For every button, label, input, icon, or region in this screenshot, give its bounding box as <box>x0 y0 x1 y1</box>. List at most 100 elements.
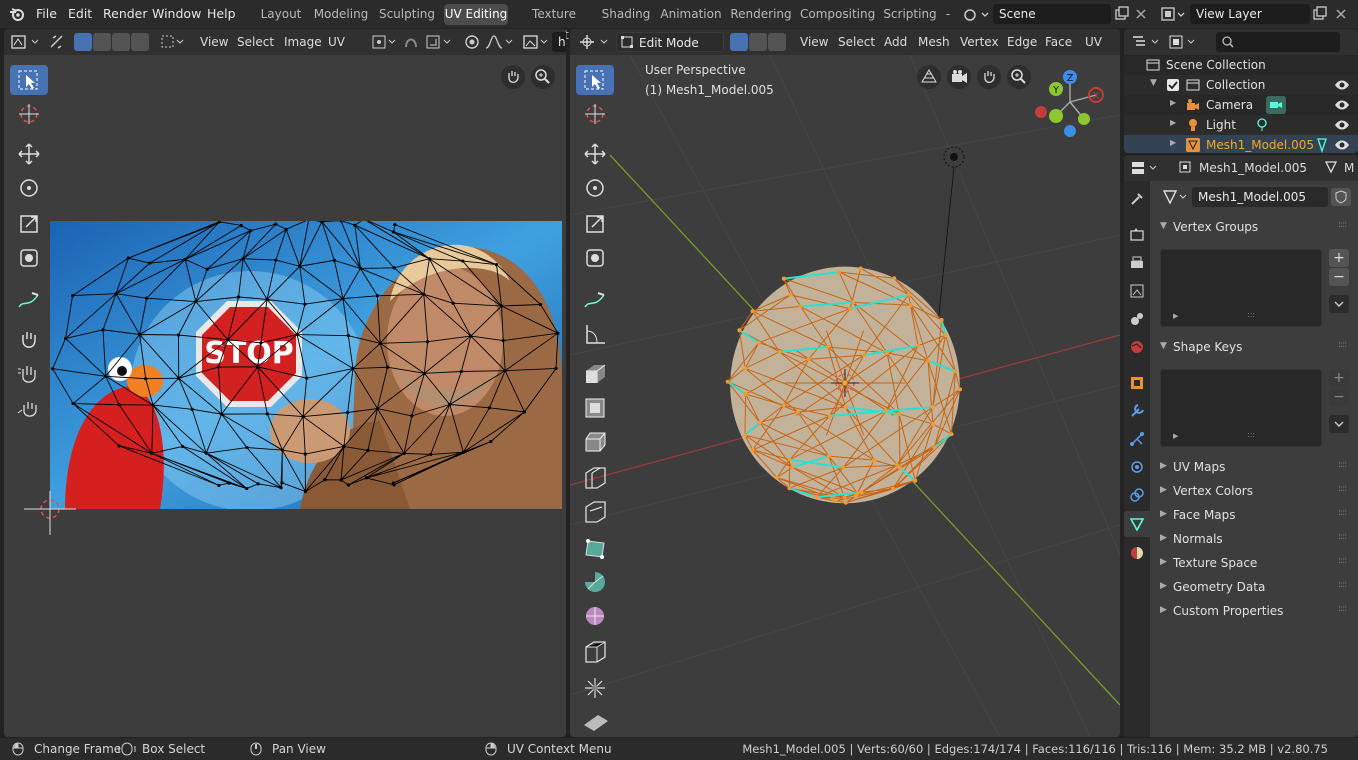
mesh-vertex[interactable] <box>790 465 795 470</box>
mesh-vertex[interactable] <box>884 408 889 413</box>
list-resize-handle-icon[interactable]: ::: <box>1247 430 1255 439</box>
mesh-vertex[interactable] <box>939 317 944 322</box>
uv-vertex[interactable] <box>303 302 307 306</box>
data-tab-active[interactable] <box>1124 511 1150 537</box>
tool-move[interactable] <box>576 139 614 169</box>
uv-vertex[interactable] <box>346 334 350 338</box>
tab-texture-paint[interactable]: Texture Paint <box>516 4 592 42</box>
sticky-select-icon[interactable] <box>160 33 186 51</box>
view-layer-tab-icon[interactable] <box>1129 283 1145 299</box>
uv-vertex[interactable] <box>422 371 427 375</box>
collection-checkbox-icon[interactable] <box>1166 78 1180 92</box>
vertex-select-button[interactable] <box>74 33 92 51</box>
uv-vertex[interactable] <box>351 366 355 371</box>
uv-vertex[interactable] <box>305 376 309 380</box>
uv-vertex[interactable] <box>274 222 278 226</box>
uv-vertex[interactable] <box>144 377 148 381</box>
uv-vertex[interactable] <box>385 365 390 369</box>
expand-arrow-icon[interactable]: ▶ <box>1170 138 1176 147</box>
uv-vertex[interactable] <box>148 261 152 265</box>
uv-vertex[interactable] <box>298 264 302 268</box>
tab-compositing[interactable]: Compositing <box>800 4 875 25</box>
panel-drag-handle-icon[interactable]: :::: <box>1338 508 1347 518</box>
uv-vertex[interactable] <box>70 293 75 298</box>
mesh-vertex[interactable] <box>827 414 832 419</box>
mesh-vertex[interactable] <box>848 306 853 311</box>
uv-vertex[interactable] <box>469 334 473 338</box>
mesh-vertex[interactable] <box>932 445 937 450</box>
uv-menu-image[interactable]: Image <box>284 35 322 49</box>
mesh-vertex[interactable] <box>897 465 902 470</box>
menu-edit[interactable]: Edit <box>68 6 92 21</box>
uv-vertex[interactable] <box>226 338 230 342</box>
uv-vertex[interactable] <box>241 257 245 261</box>
uv-vertex[interactable] <box>205 267 209 271</box>
proportional-edit-icon[interactable] <box>462 33 482 51</box>
uv-tool-scale[interactable] <box>10 209 48 239</box>
tool-cursor[interactable] <box>576 99 614 129</box>
expand-arrow-icon[interactable]: ▶ <box>1170 118 1176 127</box>
uv-vertex[interactable] <box>219 412 224 416</box>
viewport-editor-type-icon[interactable] <box>578 33 612 51</box>
uv-vertex[interactable] <box>522 410 526 414</box>
tab-sculpting[interactable]: Sculpting <box>378 4 436 25</box>
mesh-vertex[interactable] <box>795 410 800 415</box>
panel-drag-handle-icon[interactable]: :::: <box>1338 340 1347 350</box>
falloff-icon[interactable] <box>484 33 516 51</box>
mesh-vertex[interactable] <box>843 405 848 410</box>
panel-drag-handle-icon[interactable]: :::: <box>1338 604 1347 614</box>
tab-rendering[interactable]: Rendering <box>730 4 792 25</box>
light-data-icon[interactable] <box>1254 117 1270 133</box>
modifier-tab-icon[interactable] <box>1129 403 1145 419</box>
tool-tab-icon[interactable] <box>1129 191 1145 207</box>
uv-vertex[interactable] <box>375 406 380 411</box>
viewport-pan-icon[interactable] <box>976 64 1002 90</box>
uv-vertex[interactable] <box>303 489 308 494</box>
uv-vertex[interactable] <box>342 444 346 448</box>
uv-vertex[interactable] <box>256 482 260 486</box>
uv-vertex[interactable] <box>117 444 121 448</box>
mesh-data-browse-icon[interactable] <box>1162 188 1192 206</box>
panel-drag-handle-icon[interactable]: :::: <box>1338 532 1347 542</box>
outliner-editor-type-icon[interactable] <box>1130 33 1162 51</box>
uv-vertex[interactable] <box>183 257 187 261</box>
mesh-vertex[interactable] <box>906 292 911 297</box>
outliner-row-camera[interactable]: ▶ Camera <box>1124 95 1358 115</box>
tool-knife[interactable] <box>576 497 614 527</box>
panel-drag-handle-icon[interactable]: :::: <box>1338 580 1347 590</box>
uv-vertex[interactable] <box>138 332 142 337</box>
mesh-vertex[interactable] <box>798 304 803 309</box>
add-shape-key-button[interactable]: + <box>1329 369 1349 387</box>
panel-vertex-colors[interactable]: ▶ Vertex Colors:::: <box>1152 481 1352 503</box>
vertex-group-specials-button[interactable] <box>1329 295 1349 313</box>
uv-vertex[interactable] <box>280 481 284 485</box>
menu-file[interactable]: File <box>36 6 57 21</box>
mesh-vertex[interactable] <box>859 490 864 495</box>
mesh-vertex[interactable] <box>806 357 811 362</box>
panel-custom-properties[interactable]: ▶ Custom Properties:::: <box>1152 601 1352 623</box>
mesh-vertex[interactable] <box>858 266 863 271</box>
face-select-button[interactable] <box>112 33 130 51</box>
tool-scale[interactable] <box>576 209 614 239</box>
mesh-vertex[interactable] <box>930 404 935 409</box>
view-layer-field[interactable]: View Layer <box>1190 4 1310 24</box>
uv-vertex[interactable] <box>177 376 181 380</box>
uv-vertex[interactable] <box>426 340 430 344</box>
uv-vertex[interactable] <box>339 478 343 482</box>
menu-help[interactable]: Help <box>207 6 236 21</box>
uv-vertex[interactable] <box>245 486 249 491</box>
snap-target-icon[interactable] <box>424 33 456 51</box>
panel-drag-handle-icon[interactable]: :::: <box>1338 220 1347 230</box>
face-mode-button[interactable] <box>768 33 786 51</box>
uv-vertex[interactable] <box>176 333 181 337</box>
uv-vertex[interactable] <box>392 266 396 270</box>
world-tab-icon[interactable] <box>1129 339 1145 355</box>
uv-vertex[interactable] <box>117 403 121 407</box>
uv-vertex[interactable] <box>346 410 350 415</box>
edge-mode-button[interactable] <box>749 33 767 51</box>
remove-shape-key-button[interactable]: − <box>1329 388 1349 406</box>
mesh-vertex[interactable] <box>872 458 877 463</box>
mesh-data-name-field[interactable]: Mesh1_Model.005 <box>1192 187 1328 207</box>
mesh-vertex[interactable] <box>777 349 782 354</box>
mesh-vertex[interactable] <box>897 411 902 416</box>
